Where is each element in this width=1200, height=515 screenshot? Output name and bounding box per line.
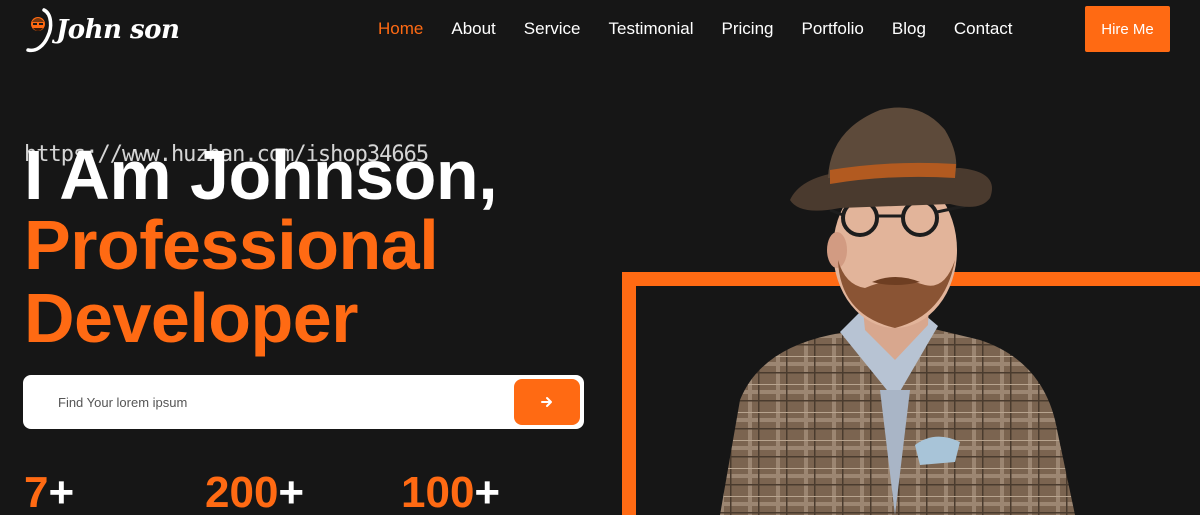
portrait-frame-left — [622, 272, 636, 515]
search-bar — [23, 375, 584, 429]
stat-value: 7 — [24, 468, 49, 515]
hero-title-line-3: Developer — [24, 279, 358, 357]
nav-item-testimonial[interactable]: Testimonial — [608, 19, 693, 39]
brand-name: John son — [56, 15, 180, 45]
developer-portrait-image — [720, 107, 1075, 515]
nav-item-contact[interactable]: Contact — [954, 19, 1013, 39]
nav-item-pricing[interactable]: Pricing — [722, 19, 774, 39]
brand-logo[interactable]: John son — [22, 4, 180, 56]
stat-value: 100 — [401, 468, 475, 515]
stat-clients: 100+ — [401, 468, 500, 515]
stat-value: 200 — [205, 468, 279, 515]
nav-item-home[interactable]: Home — [378, 19, 423, 39]
nav-item-service[interactable]: Service — [524, 19, 581, 39]
hero-title-line-2: Professional — [24, 206, 439, 284]
stat-experience: 7+ — [24, 468, 74, 515]
stat-suffix: + — [48, 468, 75, 515]
nav-item-portfolio[interactable]: Portfolio — [802, 19, 864, 39]
nav-item-about[interactable]: About — [451, 19, 495, 39]
hire-me-button[interactable]: Hire Me — [1085, 6, 1170, 52]
arrow-right-icon — [541, 397, 552, 407]
stat-suffix: + — [278, 468, 305, 515]
stat-suffix: + — [474, 468, 501, 515]
stat-projects: 200+ — [205, 468, 304, 515]
search-submit-button[interactable] — [514, 379, 580, 425]
main-nav: Home About Service Testimonial Pricing P… — [378, 18, 1013, 40]
nav-item-blog[interactable]: Blog — [892, 19, 926, 39]
logo-face-icon — [26, 8, 53, 53]
landing-page: John son Home About Service Testimonial … — [0, 0, 1200, 515]
hero-title-line-1: I Am Johnson, — [24, 136, 498, 214]
search-input[interactable] — [56, 389, 516, 415]
